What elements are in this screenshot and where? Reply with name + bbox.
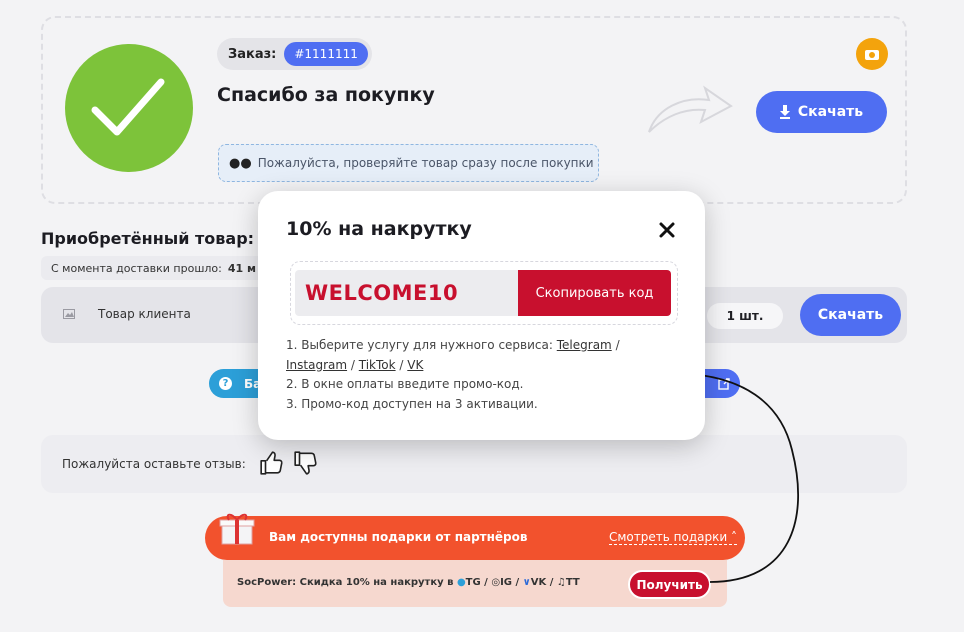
separator: /: [399, 357, 404, 372]
separator: /: [615, 338, 620, 352]
partner-tg: TG /: [465, 577, 488, 588]
order-number: #1111111: [284, 42, 368, 66]
success-check-icon: [65, 44, 193, 172]
promo-instructions: 1. Выберите услугу для нужного сервиса: …: [286, 336, 666, 414]
eyes-icon: ●●: [229, 155, 252, 171]
product-download-button[interactable]: Скачать: [800, 294, 901, 336]
instruction-step-2: 2. В окне оплаты введите промо-код.: [286, 377, 524, 391]
tiktok-icon: ♫: [556, 577, 566, 588]
promo-code-box: WELCOME10 Скопировать код: [290, 261, 678, 325]
partner-offer-text: SocPower: Скидка 10% на накрутку в ●TG /…: [237, 577, 580, 588]
page-title: Спасибо за покупку: [217, 84, 435, 106]
partner-gifts-bar: Вам доступны подарки от партнёров Смотре…: [205, 513, 745, 560]
telegram-link[interactable]: Telegram: [557, 338, 612, 352]
partner-vk: VK /: [530, 577, 554, 588]
partner-prefix: SocPower: Скидка 10% на накрутку в: [237, 577, 454, 588]
vk-icon: ∨: [522, 577, 531, 588]
partner-tt: TT: [565, 577, 580, 588]
tiktok-link[interactable]: TikTok: [359, 358, 396, 372]
partner-offer-panel: SocPower: Скидка 10% на накрутку в ●TG /…: [223, 560, 727, 607]
curved-arrow-decor-icon: [648, 85, 733, 133]
promo-code-field[interactable]: WELCOME10: [295, 270, 518, 316]
gift-icon: [219, 513, 255, 545]
check-notice-text: Пожалуйста, проверяйте товар сразу после…: [257, 156, 594, 170]
instruction-step-1: 1. Выберите услугу для нужного сервиса: …: [286, 336, 666, 375]
purchased-title: Приобретённый товар:: [41, 229, 255, 248]
vk-link[interactable]: VK: [407, 358, 423, 372]
instruction-step-3: 3. Промо-код доступен на 3 активации.: [286, 396, 538, 411]
delivery-timer-value: 41 м: [227, 261, 256, 275]
instagram-link[interactable]: Instagram: [286, 358, 347, 372]
question-icon: ?: [219, 377, 232, 390]
order-number-pill: Заказ: #1111111: [217, 38, 372, 70]
promo-code: WELCOME10: [305, 281, 459, 305]
download-icon: [779, 105, 790, 119]
order-card: Заказ: #1111111 Спасибо за покупку ●● По…: [41, 16, 907, 204]
download-button[interactable]: Скачать: [756, 91, 887, 133]
modal-title: 10% на накрутку: [286, 218, 472, 240]
product-name: Товар клиента: [98, 307, 191, 321]
telegram-icon: ●: [456, 577, 466, 588]
step1-prefix: 1. Выберите услугу для нужного сервиса:: [286, 338, 553, 352]
close-icon[interactable]: [658, 221, 676, 239]
review-label: Пожалуйста оставьте отзыв:: [62, 457, 246, 471]
download-label: Скачать: [797, 104, 864, 120]
copy-code-button[interactable]: Скопировать код: [518, 270, 671, 316]
image-placeholder-icon: [63, 309, 75, 319]
check-notice: ●● Пожалуйста, проверяйте товар сразу по…: [218, 144, 599, 182]
order-label: Заказ:: [228, 46, 277, 62]
quantity-badge: 1 шт.: [707, 303, 783, 329]
delivery-timer-label: С момента доставки прошло:: [51, 261, 222, 275]
instagram-icon: ◎: [491, 577, 501, 588]
promo-modal: 10% на накрутку WELCOME10 Скопировать ко…: [258, 191, 705, 440]
partner-ig: IG /: [500, 577, 520, 588]
delivery-timer: С момента доставки прошло: 41 м: [41, 256, 281, 280]
thumbs-up-icon[interactable]: [259, 450, 285, 476]
thumbs-down-icon[interactable]: [293, 450, 319, 476]
separator: /: [350, 357, 355, 372]
gifts-title: Вам доступны подарки от партнёров: [269, 530, 528, 544]
camera-icon[interactable]: [856, 38, 888, 70]
